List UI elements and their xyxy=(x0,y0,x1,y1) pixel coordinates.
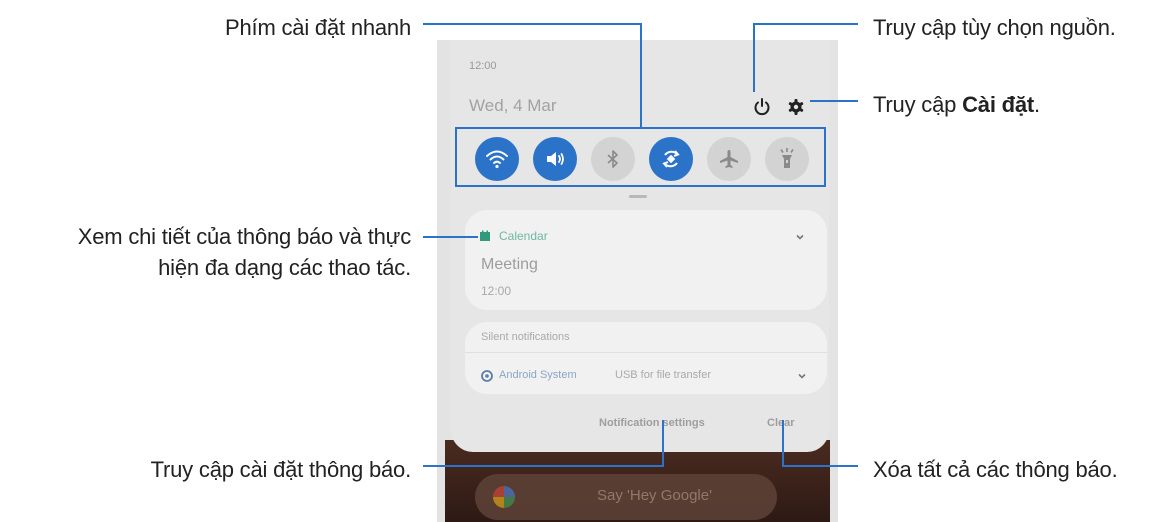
callout-settings-bold: Cài đặt xyxy=(962,92,1035,117)
clock: 12:00 xyxy=(469,60,497,72)
callout-notification-settings: Truy cập cài đặt thông báo. xyxy=(150,457,412,482)
notification-panel: 12:00 Wed, 4 Mar Calendar Meeting 12:00 … xyxy=(451,40,829,452)
date: Wed, 4 Mar xyxy=(469,96,557,115)
silent-notifications-card[interactable]: Silent notifications Android System USB … xyxy=(465,322,827,394)
auto-rotate-toggle[interactable] xyxy=(649,137,693,181)
search-placeholder: Say 'Hey Google' xyxy=(597,487,712,504)
notification-time: 12:00 xyxy=(481,284,512,298)
android-system-icon xyxy=(481,370,493,382)
quick-settings-row xyxy=(461,132,817,186)
divider xyxy=(465,352,827,353)
flashlight-icon xyxy=(780,148,794,168)
callout-settings-prefix: Truy cập xyxy=(873,92,963,117)
clear-button[interactable]: Clear xyxy=(767,417,795,429)
chevron-down-icon[interactable] xyxy=(797,371,807,381)
wifi-icon xyxy=(486,150,508,169)
calendar-icon xyxy=(480,230,490,241)
google-icon xyxy=(493,486,515,508)
notification-app-name: Calendar xyxy=(499,229,548,243)
callout-notification-detail-line1: Xem chi tiết của thông báo và thực xyxy=(77,224,411,249)
sound-toggle[interactable] xyxy=(533,137,577,181)
flashlight-toggle[interactable] xyxy=(765,137,809,181)
gear-icon[interactable] xyxy=(785,96,807,118)
callout-power-options: Truy cập tùy chọn nguồn. xyxy=(873,15,1116,40)
sound-icon xyxy=(547,152,564,166)
phone-screenshot: Say 'Hey Google' 12:00 Wed, 4 Mar Calend… xyxy=(437,40,838,522)
notification-title: Meeting xyxy=(481,256,538,273)
bluetooth-icon xyxy=(607,150,618,168)
airplane-icon xyxy=(720,150,738,168)
callout-quick-settings: Phím cài đặt nhanh xyxy=(225,15,411,40)
callout-clear-all: Xóa tất cả các thông báo. xyxy=(873,457,1118,482)
panel-handle[interactable] xyxy=(629,195,647,198)
notification-card[interactable]: Calendar Meeting 12:00 xyxy=(465,210,827,310)
notification-settings-button[interactable]: Notification settings xyxy=(599,417,705,429)
chevron-down-icon[interactable] xyxy=(795,232,805,242)
auto-rotate-icon xyxy=(662,150,680,168)
silent-app-name: Android System xyxy=(499,369,577,381)
callout-notification-detail: Xem chi tiết của thông báo và thực hiện … xyxy=(2,221,411,283)
silent-notification-text: USB for file transfer xyxy=(615,369,711,381)
power-icon[interactable] xyxy=(751,96,773,118)
silent-notifications-header: Silent notifications xyxy=(481,331,570,343)
bluetooth-toggle[interactable] xyxy=(591,137,635,181)
callout-settings: Truy cập Cài đặt. xyxy=(873,89,1040,120)
callout-settings-suffix: . xyxy=(1034,92,1040,117)
wifi-toggle[interactable] xyxy=(475,137,519,181)
airplane-toggle[interactable] xyxy=(707,137,751,181)
callout-notification-detail-line2: hiện đa dạng các thao tác. xyxy=(158,255,411,280)
